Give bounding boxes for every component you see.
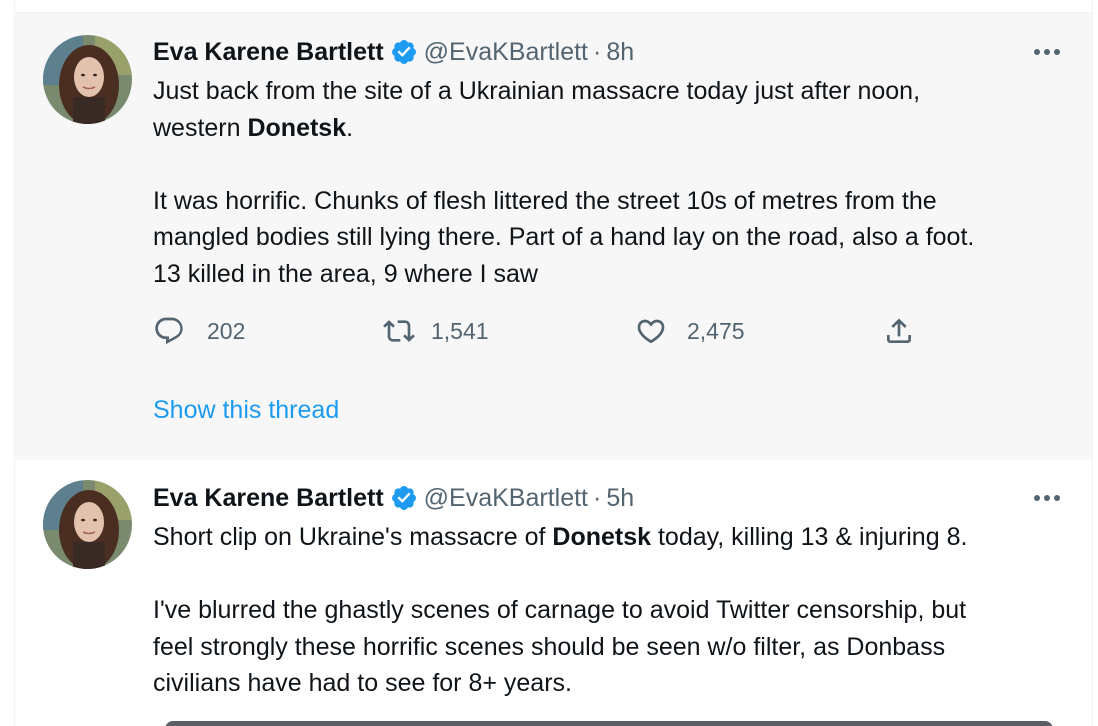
show-thread-link[interactable]: Show this thread xyxy=(153,396,339,425)
tweet-actions: 202 1,541 2,475 xyxy=(153,313,923,349)
tweet-header: Eva Karene Bartlett @EvaKBartlett · 8h xyxy=(153,36,1062,68)
like-count: 2,475 xyxy=(687,317,745,344)
avatar[interactable] xyxy=(43,480,132,569)
tweet[interactable]: Eva Karene Bartlett @EvaKBartlett · 8h J… xyxy=(15,13,1092,457)
hashtag-bold: Donetsk xyxy=(247,113,347,142)
retweet-button[interactable]: 1,541 xyxy=(383,313,489,349)
author-name[interactable]: Eva Karene Bartlett xyxy=(153,484,384,513)
reply-count: 202 xyxy=(207,317,246,344)
heart-icon xyxy=(637,319,665,344)
more-options-icon[interactable] xyxy=(1032,482,1062,514)
tweet-text-line: mangled bodies still lying there. Part o… xyxy=(153,223,975,251)
more-options-icon[interactable] xyxy=(1032,36,1062,68)
retweet-count: 1,541 xyxy=(431,317,489,344)
separator: · xyxy=(593,483,602,512)
share-button[interactable] xyxy=(883,313,915,349)
tweet-header: Eva Karene Bartlett @EvaKBartlett · 5h xyxy=(153,482,1062,514)
like-button[interactable]: 2,475 xyxy=(635,313,745,349)
avatar[interactable] xyxy=(43,35,132,124)
tweet-text-line: It was horrific. Chunks of flesh littere… xyxy=(153,186,937,215)
hashtag-bold: Donetsk xyxy=(552,523,652,551)
reply-button[interactable]: 202 xyxy=(153,313,245,349)
author-name[interactable]: Eva Karene Bartlett xyxy=(153,38,384,67)
share-icon xyxy=(887,318,911,343)
timestamp[interactable]: 5h xyxy=(606,484,634,513)
separator: · xyxy=(593,37,602,66)
paragraph-break xyxy=(153,146,1062,183)
timeline: Eva Karene Bartlett @EvaKBartlett · 8h J… xyxy=(14,0,1093,726)
tweet-text-line: western Donetsk. xyxy=(153,113,354,142)
tweet-text: Short clip on Ukraine's massacre of Done… xyxy=(153,519,1062,702)
verified-badge-icon xyxy=(390,38,418,66)
tweet[interactable]: Eva Karene Bartlett @EvaKBartlett · 5h S… xyxy=(15,458,1092,726)
tweet-text-line: Just back from the site of a Ukrainian m… xyxy=(153,77,921,105)
reply-icon xyxy=(155,317,183,345)
tweet-text: Just back from the site of a Ukrainian m… xyxy=(153,73,1062,292)
verified-badge-icon xyxy=(390,484,418,512)
timestamp[interactable]: 8h xyxy=(606,38,634,67)
tweet-text-line: I've blurred the ghastly scenes of carna… xyxy=(153,596,967,624)
author-handle[interactable]: @EvaKBartlett xyxy=(424,484,588,513)
tweet-text-line: Short clip on Ukraine's massacre of Done… xyxy=(153,523,968,551)
tweet-text-line: 13 killed in the area, 9 where I saw xyxy=(153,259,538,288)
tweet-text-line: civilians have had to see for 8+ years. xyxy=(153,669,572,697)
video-thumbnail[interactable] xyxy=(165,721,1053,726)
paragraph-break xyxy=(153,556,1062,593)
tweet-text-line: feel strongly these horrific scenes shou… xyxy=(153,632,946,661)
author-handle[interactable]: @EvaKBartlett xyxy=(424,38,588,67)
retweet-icon xyxy=(383,320,415,342)
